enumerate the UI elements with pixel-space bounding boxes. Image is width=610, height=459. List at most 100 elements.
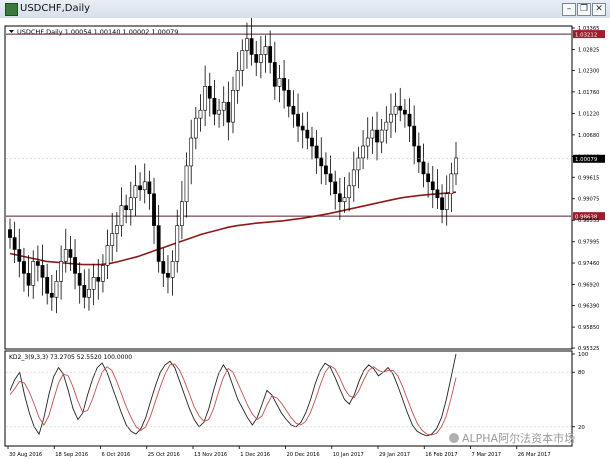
candle-body [170, 261, 175, 278]
time-tick-label: 1 Dec 2016 [240, 452, 270, 458]
candle-body [249, 38, 254, 55]
candle-body [389, 113, 393, 123]
level-label: 1.03212 [575, 32, 597, 38]
candle-body [193, 117, 198, 139]
candle-body [166, 273, 170, 278]
time-tick-label: 25 Oct 2016 [148, 452, 180, 458]
time-tick-label: 29 Jan 2017 [379, 452, 410, 458]
candle-body [421, 161, 426, 175]
candle-body [133, 185, 138, 199]
price-tick-label: 1.00680 [578, 133, 599, 139]
minimize-button[interactable]: – [562, 3, 576, 16]
chart-window-titlebar[interactable]: USDCHF,Daily – ❐ ✕ [0, 0, 610, 19]
price-tick-label: 0.95850 [578, 325, 599, 331]
candle-body [296, 113, 300, 127]
time-tick-label: 7 Mar 2017 [472, 452, 502, 458]
candle-body [426, 173, 431, 183]
symbol-info-line: USDCHF,Daily 1.00054 1.00140 1.00002 1.0… [17, 28, 178, 36]
oscillator-tick-label: 20 [578, 425, 585, 431]
candle-body [235, 70, 240, 91]
time-tick-label: 13 Nov 2016 [194, 452, 227, 458]
candle-body [77, 273, 82, 286]
candle-body [142, 181, 147, 191]
price-tick-label: 1.02825 [578, 47, 599, 53]
candle-body [314, 145, 319, 159]
candle-body [68, 249, 73, 258]
terminal-window: USDCHF,Daily – ❐ ✕ USDCHF,Daily 1.00054 … [0, 0, 610, 459]
close-button[interactable]: ✕ [592, 3, 606, 16]
candle-body [268, 46, 273, 63]
candle-body [416, 145, 421, 163]
candle-body [226, 101, 231, 123]
price-chart[interactable]: USDCHF,Daily 1.00054 1.00140 1.00002 1.0… [0, 18, 610, 459]
candle-body [212, 97, 217, 115]
price-tick-label: 0.96920 [578, 283, 599, 289]
candle-body [128, 197, 133, 210]
oscillator-tick-label: 80 [578, 370, 585, 376]
price-tick-label: 0.96390 [578, 304, 599, 310]
oscillator-tick-label: 100 [578, 352, 589, 358]
candle-body [300, 125, 305, 131]
price-tick-label: 0.98535 [578, 218, 599, 224]
candle-body [282, 78, 287, 91]
candle-body [114, 225, 119, 234]
candle-body [319, 157, 324, 167]
candle-body [444, 193, 449, 210]
price-tick-label: 1.02300 [578, 68, 599, 74]
candle-body [328, 173, 333, 183]
candle-body [356, 157, 361, 171]
candle-body [221, 101, 226, 111]
watermark-text: ALPHA阿尔法资本市场 [462, 431, 575, 445]
price-tick-label: 0.97460 [578, 261, 599, 267]
candle-body [347, 185, 352, 199]
candle-body [12, 237, 17, 250]
candle-body [310, 137, 314, 147]
candle-body [449, 173, 454, 195]
candle-body [217, 109, 221, 115]
candle-body [73, 257, 77, 274]
candle-body [147, 181, 152, 195]
candle-body [286, 89, 291, 107]
candle-body [254, 54, 259, 63]
candle-body [398, 105, 403, 111]
candle-body [365, 137, 370, 147]
time-tick-label: 6 Oct 2016 [102, 452, 131, 458]
candle-body [407, 113, 412, 127]
candle-body [324, 165, 328, 175]
candle-body [384, 121, 389, 131]
candle-body [179, 201, 184, 226]
candle-body [49, 292, 54, 298]
candle-body [333, 181, 338, 195]
watermark: ALPHA阿尔法资本市场 [449, 431, 575, 445]
candle-body [277, 78, 282, 87]
restore-button[interactable]: ❐ [577, 3, 591, 16]
candle-body [124, 205, 129, 210]
candle-body [337, 193, 342, 203]
price-tick-label: 1.01220 [578, 111, 599, 117]
candle-body [119, 205, 124, 226]
candle-body [370, 129, 375, 139]
candle-body [101, 265, 105, 282]
candle-body [31, 261, 36, 286]
candle-body [35, 261, 40, 266]
price-tick-label: 1.01760 [578, 90, 599, 96]
candle-body [379, 129, 384, 143]
candle-body [272, 62, 277, 87]
candle-body [263, 46, 268, 55]
candle-body [375, 129, 379, 143]
oscillator-info-line: KD2_3(9,3,3) 73.2705 52.5520 100.0000 [9, 354, 132, 361]
candle-body [412, 125, 417, 147]
window-title: USDCHF,Daily [20, 3, 91, 14]
candle-body [26, 273, 31, 286]
candle-body [96, 277, 101, 282]
time-tick-label: 20 Dec 2016 [287, 452, 320, 458]
candle-body [454, 157, 458, 175]
candle-body [8, 229, 12, 238]
candle-body [305, 129, 310, 139]
candle-body [393, 105, 398, 115]
current-price-label: 1.00079 [575, 157, 598, 163]
price-tick-label: 0.99075 [578, 197, 599, 203]
candle-body [54, 281, 59, 298]
candle-body [22, 261, 26, 274]
candle-body [59, 261, 64, 282]
